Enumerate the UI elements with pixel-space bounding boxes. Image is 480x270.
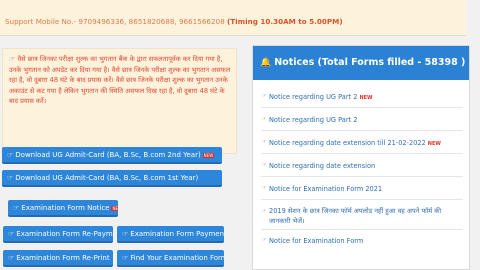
notice-item[interactable]: ☞ Notice regarding UG Part 2 NEW xyxy=(261,84,463,108)
hand-pointer-icon: ☞ xyxy=(262,93,267,99)
notice-item[interactable]: ☞ Notice for Examination Form 2021 xyxy=(261,177,463,200)
hand-pointer-icon: ☞ xyxy=(8,254,15,262)
notices-panel: 🔔 Notices (Total Forms filled - 58398 ) ☞… xyxy=(252,45,470,270)
new-badge: NEW xyxy=(202,152,215,158)
hand-pointer-icon: ☞ xyxy=(262,162,267,168)
notice-item[interactable]: ☞ Notice for Examination Form xyxy=(261,230,463,252)
examination-form-notice-button[interactable]: ☞Examination Form NoticeNEW xyxy=(8,200,118,217)
hand-pointer-icon: ☞ xyxy=(122,254,129,262)
examination-form-repayment-button[interactable]: ☞Examination Form Re-Payment xyxy=(3,226,113,243)
support-text: Support Mobile No.- 9709496336, 86518206… xyxy=(5,17,343,26)
notice-item[interactable]: ☞ Notice regarding date extension till 21… xyxy=(261,131,463,154)
hand-pointer-icon: ☞ xyxy=(262,116,267,122)
download-admit-card-1st-year-button[interactable]: ☞ Download UG Admit-Card (BA, B.Sc, B.com… xyxy=(2,170,222,187)
notices-list: ☞ Notice regarding UG Part 2 NEW ☞ Notice r… xyxy=(261,84,463,252)
examination-form-reprint-button[interactable]: ☞ Examination Form Re-Print xyxy=(3,250,113,267)
new-badge: NEW xyxy=(359,95,373,101)
hand-pointer-icon: ☞ xyxy=(262,139,267,145)
find-examination-form-button[interactable]: ☞ Find Your Examination Form xyxy=(117,250,224,267)
payment-notice: ☞ वैसे छात्र जिनका परीक्षा शुल्क का भुगत… xyxy=(2,48,237,154)
hand-pointer-icon: ☞ xyxy=(7,151,14,159)
payment-notice-text: वैसे छात्र जिनका परीक्षा शुल्क का भुगतान… xyxy=(9,55,231,106)
hand-pointer-icon: ☞ xyxy=(7,174,14,182)
hand-pointer-icon: ☞ xyxy=(262,208,267,214)
new-badge: NEW xyxy=(111,205,118,211)
hand-pointer-icon: ☞ xyxy=(122,230,129,238)
download-admit-card-2nd-year-button[interactable]: ☞ Download UG Admit-Card (BA, B.Sc, B.com… xyxy=(2,147,222,164)
notice-item[interactable]: ☞ 2019 सेशन के छात्र जिनका फॉर्म अपलोड नह… xyxy=(261,200,463,230)
bell-icon: 🔔 xyxy=(260,58,272,68)
hand-pointer-icon: ☞ xyxy=(262,185,267,191)
support-banner: Support Mobile No.- 9709496336, 86518206… xyxy=(0,0,466,36)
hand-pointer-icon: ☞ xyxy=(13,204,20,212)
notices-header: 🔔 Notices (Total Forms filled - 58398 ) xyxy=(253,46,469,80)
notice-item[interactable]: ☞ Notice regarding date extension xyxy=(261,154,463,177)
hand-pointer-icon: ☞ xyxy=(8,230,15,238)
examination-form-payment-button[interactable]: ☞ Examination Form Payment xyxy=(117,226,224,243)
new-badge: NEW xyxy=(427,141,441,147)
hand-pointer-icon: ☞ xyxy=(262,237,267,243)
notice-item[interactable]: ☞ Notice regarding UG Part 2 xyxy=(261,108,463,131)
hand-pointer-icon: ☞ xyxy=(9,55,18,63)
